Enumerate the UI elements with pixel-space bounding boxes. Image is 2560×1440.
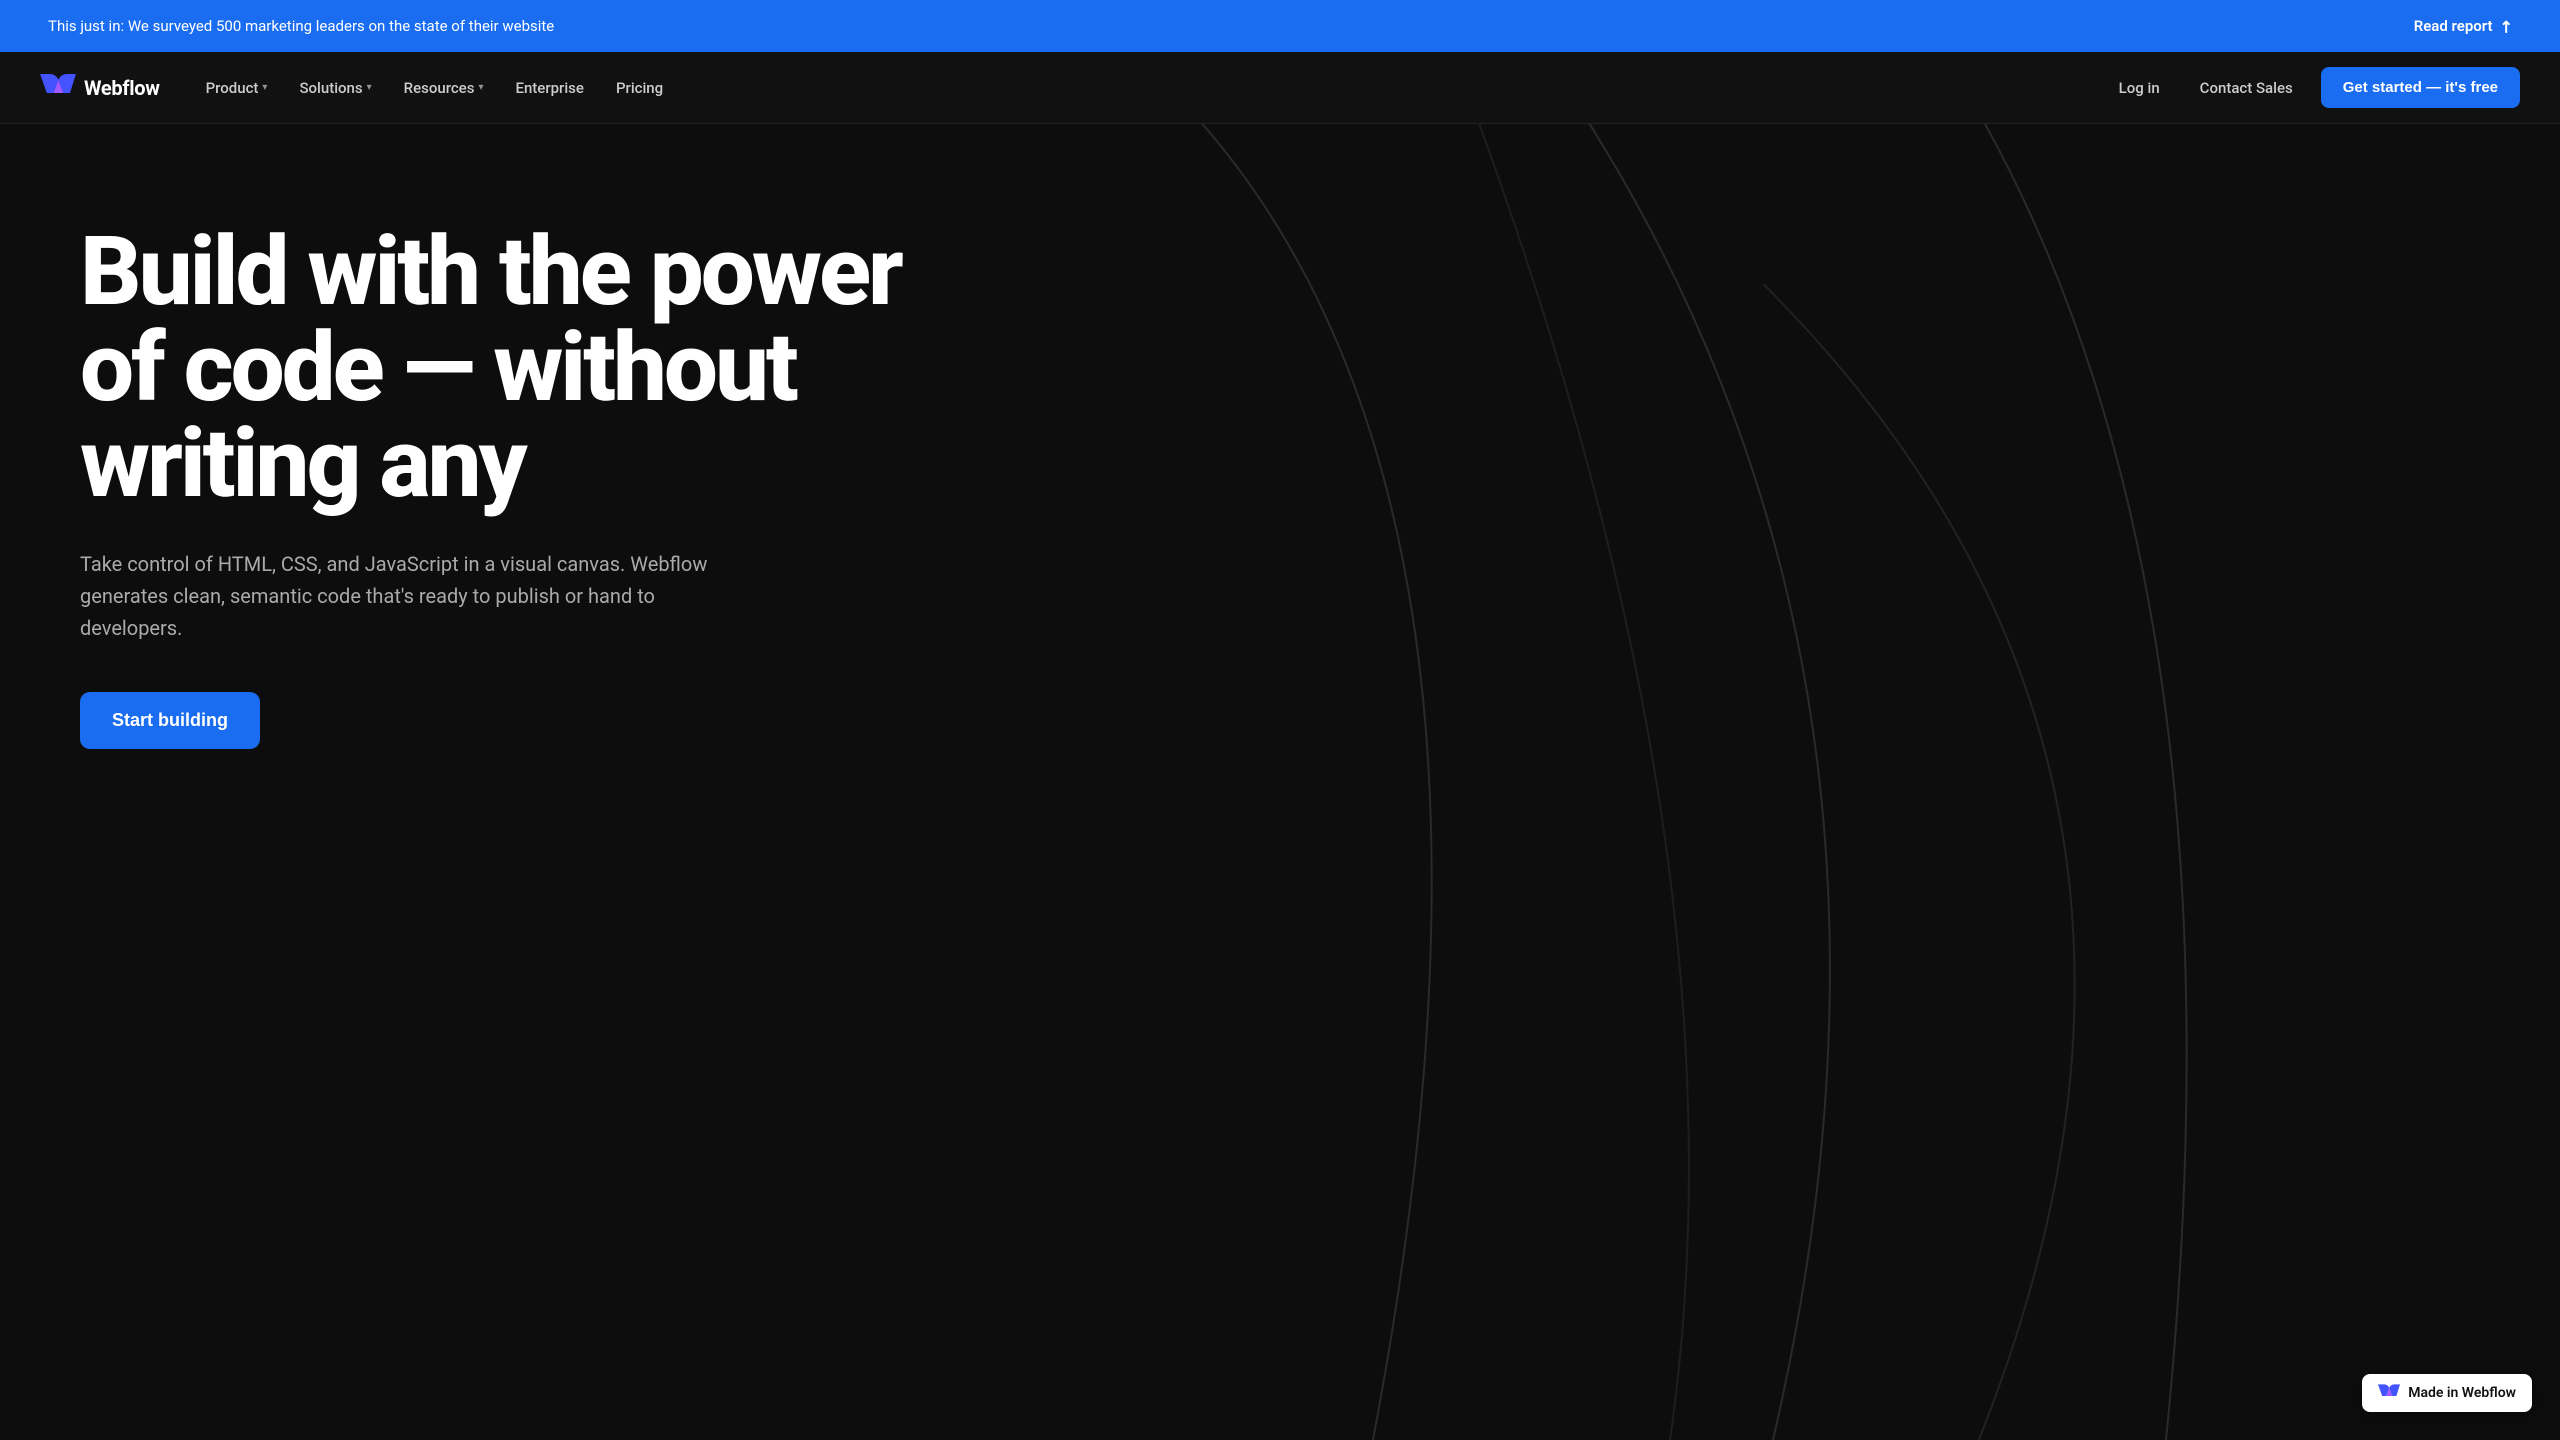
made-in-webflow-label: Made in Webflow bbox=[2408, 1385, 2516, 1401]
made-in-webflow-badge[interactable]: Made in Webflow bbox=[2362, 1374, 2532, 1412]
webflow-logo-icon bbox=[40, 74, 76, 102]
chevron-down-icon: ▾ bbox=[478, 82, 483, 93]
announcement-text: This just in: We surveyed 500 marketing … bbox=[48, 17, 554, 35]
nav-item-solutions[interactable]: Solutions ▾ bbox=[285, 71, 385, 105]
hero-subtext: Take control of HTML, CSS, and JavaScrip… bbox=[80, 548, 760, 644]
navbar-right: Log in Contact Sales Get started — it's … bbox=[2107, 67, 2520, 108]
hero-headline: Build with the power of code — without w… bbox=[80, 224, 960, 512]
logo[interactable]: Webflow bbox=[40, 74, 160, 102]
navbar: Webflow Product ▾ Solutions ▾ Resources … bbox=[0, 52, 2560, 124]
login-link[interactable]: Log in bbox=[2107, 71, 2172, 105]
contact-sales-link[interactable]: Contact Sales bbox=[2188, 71, 2305, 105]
nav-item-enterprise[interactable]: Enterprise bbox=[501, 71, 597, 105]
hero-section: Build with the power of code — without w… bbox=[0, 124, 2560, 1440]
chevron-down-icon: ▾ bbox=[262, 82, 267, 93]
start-building-button[interactable]: Start building bbox=[80, 692, 260, 749]
nav-item-product[interactable]: Product ▾ bbox=[192, 71, 282, 105]
announcement-bar: This just in: We surveyed 500 marketing … bbox=[0, 0, 2560, 52]
read-report-link[interactable]: Read report ↗ bbox=[2414, 17, 2512, 36]
hero-content: Build with the power of code — without w… bbox=[80, 224, 960, 749]
nav-item-pricing[interactable]: Pricing bbox=[602, 71, 677, 105]
nav-solutions-label: Solutions bbox=[299, 79, 362, 97]
nav-product-label: Product bbox=[206, 79, 259, 97]
nav-enterprise-label: Enterprise bbox=[515, 79, 583, 97]
read-report-label: Read report bbox=[2414, 17, 2493, 35]
nav-pricing-label: Pricing bbox=[616, 79, 663, 97]
nav-item-resources[interactable]: Resources ▾ bbox=[390, 71, 498, 105]
hero-background-decoration bbox=[768, 124, 2560, 1440]
webflow-badge-icon bbox=[2378, 1384, 2400, 1402]
chevron-down-icon: ▾ bbox=[367, 82, 372, 93]
external-link-icon: ↗ bbox=[2494, 15, 2517, 38]
nav-links: Product ▾ Solutions ▾ Resources ▾ Enterp… bbox=[192, 71, 678, 105]
logo-text: Webflow bbox=[84, 76, 160, 100]
nav-resources-label: Resources bbox=[404, 79, 475, 97]
navbar-left: Webflow Product ▾ Solutions ▾ Resources … bbox=[40, 71, 677, 105]
get-started-button[interactable]: Get started — it's free bbox=[2321, 67, 2520, 108]
